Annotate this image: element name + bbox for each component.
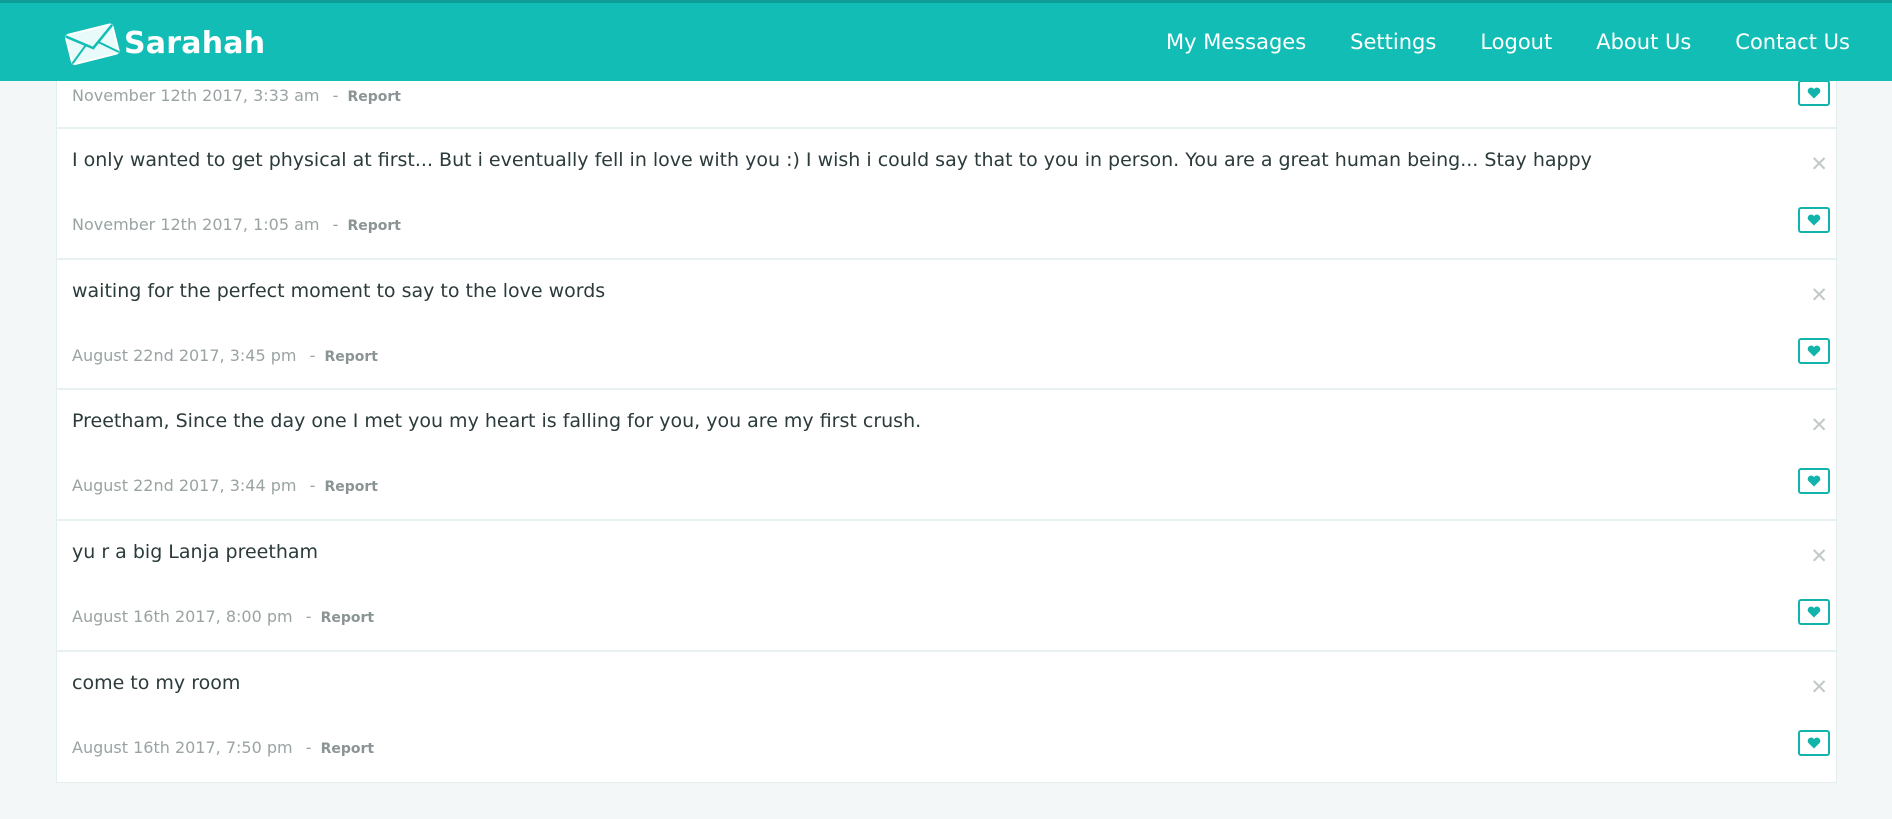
- favorite-button[interactable]: [1798, 80, 1830, 106]
- message-item: waiting for the perfect moment to say to…: [57, 260, 1836, 391]
- report-link[interactable]: Report: [321, 741, 375, 757]
- nav-my-messages[interactable]: My Messages: [1166, 30, 1306, 54]
- message-meta: August 22nd 2017, 3:45 pm - Report: [72, 346, 378, 365]
- main-nav: My Messages Settings Logout About Us Con…: [1122, 3, 1850, 81]
- message-meta: August 22nd 2017, 3:44 pm - Report: [72, 476, 378, 495]
- message-text: come to my room: [72, 671, 241, 694]
- delete-message-button[interactable]: ✕: [1810, 154, 1828, 175]
- delete-message-button[interactable]: ✕: [1810, 415, 1828, 436]
- message-date: November 12th 2017, 1:05 am: [72, 215, 320, 234]
- top-navbar: Sarahah My Messages Settings Logout Abou…: [0, 0, 1892, 81]
- message-meta: August 16th 2017, 7:50 pm - Report: [72, 738, 374, 757]
- message-text: Preetham, Since the day one I met you my…: [72, 410, 922, 433]
- message-item: I only wanted to get physical at first..…: [57, 129, 1836, 260]
- delete-message-button[interactable]: ✕: [1810, 546, 1828, 567]
- nav-logout[interactable]: Logout: [1480, 30, 1552, 54]
- message-meta: November 12th 2017, 3:33 am - Report: [72, 86, 401, 105]
- message-date: August 16th 2017, 7:50 pm: [72, 737, 293, 757]
- meta-separator: -: [305, 607, 312, 627]
- heart-icon: [1807, 737, 1821, 749]
- message-date: August 16th 2017, 8:00 pm: [72, 607, 293, 627]
- report-link[interactable]: Report: [324, 479, 378, 495]
- meta-separator: -: [332, 86, 339, 105]
- brand-logo[interactable]: Sarahah: [64, 19, 265, 67]
- messages-list: November 12th 2017, 3:33 am - Report I o…: [56, 60, 1837, 784]
- favorite-button[interactable]: [1798, 729, 1830, 756]
- message-item: Preetham, Since the day one I met you my…: [57, 390, 1836, 522]
- message-date: August 22nd 2017, 3:45 pm: [72, 345, 297, 365]
- message-item: come to my room ✕ August 16th 2017, 7:50…: [57, 652, 1836, 783]
- favorite-button[interactable]: [1798, 207, 1830, 233]
- meta-separator: -: [332, 215, 339, 234]
- message-text: I only wanted to get physical at first..…: [72, 149, 1592, 171]
- heart-icon: [1807, 214, 1821, 226]
- report-link[interactable]: Report: [347, 218, 401, 234]
- favorite-button[interactable]: [1798, 468, 1830, 495]
- meta-separator: -: [305, 737, 312, 757]
- nav-contact-us[interactable]: Contact Us: [1735, 30, 1850, 54]
- delete-message-button[interactable]: ✕: [1810, 284, 1828, 306]
- report-link[interactable]: Report: [324, 349, 378, 365]
- heart-icon: [1807, 606, 1821, 618]
- meta-separator: -: [309, 476, 316, 496]
- favorite-button[interactable]: [1798, 337, 1830, 364]
- favorite-button[interactable]: [1798, 599, 1830, 626]
- message-item: yu r a big Lanja preetham ✕ August 16th …: [57, 521, 1836, 652]
- delete-message-button[interactable]: ✕: [1810, 676, 1828, 698]
- envelope-icon: [64, 23, 120, 65]
- message-text: waiting for the perfect moment to say to…: [72, 279, 606, 302]
- brand-name: Sarahah: [124, 25, 266, 61]
- message-meta: August 16th 2017, 8:00 pm - Report: [72, 607, 374, 626]
- nav-about-us[interactable]: About Us: [1596, 30, 1691, 54]
- message-text: yu r a big Lanja preetham: [72, 541, 319, 564]
- heart-icon: [1807, 475, 1821, 487]
- message-date: November 12th 2017, 3:33 am: [72, 86, 320, 105]
- report-link[interactable]: Report: [321, 610, 375, 626]
- nav-settings[interactable]: Settings: [1350, 30, 1436, 54]
- heart-icon: [1807, 87, 1821, 99]
- meta-separator: -: [309, 345, 316, 365]
- report-link[interactable]: Report: [347, 89, 401, 105]
- message-meta: November 12th 2017, 1:05 am - Report: [72, 215, 401, 234]
- message-date: August 22nd 2017, 3:44 pm: [72, 476, 297, 496]
- heart-icon: [1807, 345, 1821, 357]
